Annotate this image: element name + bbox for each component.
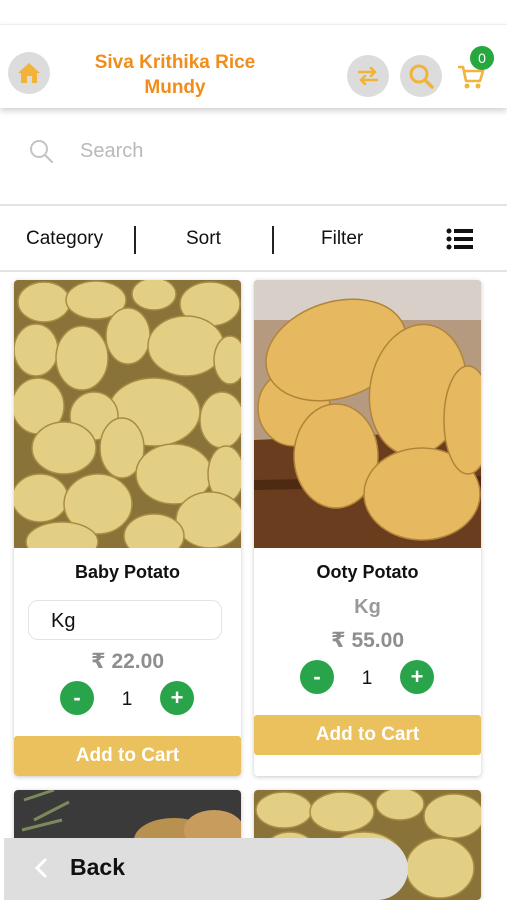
quantity-value: 1 bbox=[121, 689, 133, 710]
category-button[interactable]: Category bbox=[26, 228, 103, 250]
product-name: Ooty Potato bbox=[316, 562, 419, 582]
divider bbox=[134, 226, 136, 254]
search-input[interactable] bbox=[80, 136, 470, 166]
cart-count-badge: 0 bbox=[470, 46, 494, 70]
swap-store-button[interactable] bbox=[347, 55, 389, 97]
product-price: ₹ 55.00 bbox=[331, 629, 404, 652]
add-to-cart-button[interactable]: Add to Cart bbox=[254, 715, 481, 755]
product-unit: Kg bbox=[354, 596, 381, 618]
product-name: Baby Potato bbox=[74, 562, 180, 582]
search-icon bbox=[409, 64, 434, 89]
product-image[interactable] bbox=[254, 280, 481, 548]
filter-button[interactable]: Filter bbox=[321, 228, 363, 250]
back-button[interactable]: Back bbox=[4, 838, 408, 900]
product-price: ₹ 22.00 bbox=[91, 650, 164, 673]
increase-qty-button[interactable]: + bbox=[400, 660, 434, 694]
back-label: Back bbox=[70, 854, 125, 880]
divider bbox=[272, 226, 274, 254]
quantity-value: 1 bbox=[361, 668, 373, 689]
home-icon bbox=[18, 63, 40, 83]
list-view-icon[interactable] bbox=[446, 228, 474, 250]
store-title: Siva Krithika Rice Mundy bbox=[94, 52, 256, 98]
chevron-left-icon bbox=[34, 858, 47, 878]
product-card[interactable]: Ooty Potato Kg ₹ 55.00 - 1 + Add to Cart bbox=[254, 280, 481, 776]
unit-selector[interactable]: Kg bbox=[28, 600, 222, 640]
sort-button[interactable]: Sort bbox=[186, 228, 221, 250]
header-search-button[interactable] bbox=[400, 55, 442, 97]
decrease-qty-button[interactable]: - bbox=[60, 681, 94, 715]
home-button[interactable] bbox=[8, 52, 50, 94]
search-bar bbox=[0, 118, 507, 204]
increase-qty-button[interactable]: + bbox=[160, 681, 194, 715]
search-icon bbox=[30, 140, 54, 164]
product-card[interactable]: Baby Potato Kg ₹ 22.00 - 1 + Add to Cart bbox=[14, 280, 241, 776]
product-image[interactable] bbox=[14, 280, 241, 548]
decrease-qty-button[interactable]: - bbox=[300, 660, 334, 694]
swap-icon bbox=[357, 66, 379, 86]
add-to-cart-button[interactable]: Add to Cart bbox=[14, 736, 241, 776]
divider bbox=[0, 270, 507, 272]
filter-toolbar: Category Sort Filter bbox=[0, 206, 507, 270]
